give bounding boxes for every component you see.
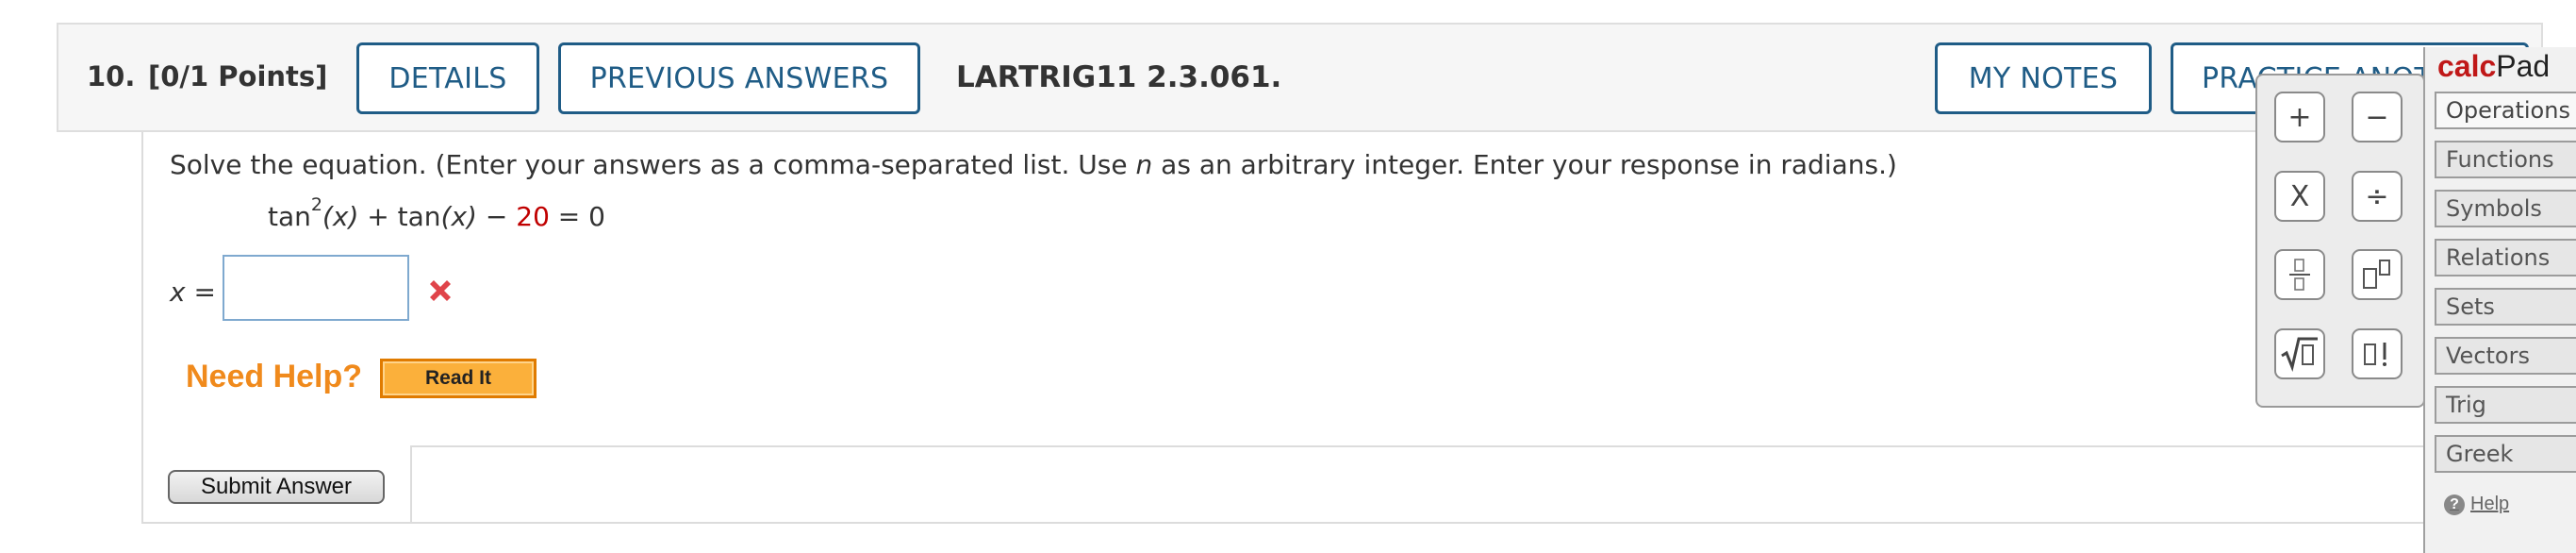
question-number: 10. [87, 60, 136, 92]
factorial-icon [2364, 343, 2386, 366]
calcpad-exponent-button[interactable] [2352, 249, 2403, 300]
calcpad-tab-vectors[interactable]: Vectors [2435, 337, 2576, 375]
divider-vertical [410, 445, 412, 523]
fraction-icon [2289, 259, 2310, 291]
question-header: 10. [0/1 Points] DETAILS PREVIOUS ANSWER… [57, 23, 2543, 132]
calcpad-factorial-button[interactable] [2352, 328, 2403, 379]
my-notes-button[interactable]: MY NOTES [1935, 42, 2152, 114]
answer-input[interactable] [223, 255, 409, 321]
equation: tan2(x) + tan(x) − 20 = 0 [268, 193, 605, 232]
read-it-button[interactable]: Read It [380, 359, 537, 398]
sqrt-icon [2281, 337, 2318, 372]
calcpad-tab-operations[interactable]: Operations [2435, 92, 2576, 129]
submit-answer-button[interactable]: Submit Answer [168, 470, 385, 504]
incorrect-icon [430, 280, 451, 301]
integer-variable: n [1135, 149, 1153, 180]
calcpad-tab-sets[interactable]: Sets [2435, 288, 2576, 326]
calcpad-sqrt-button[interactable] [2274, 328, 2325, 379]
calcpad-multiply-button[interactable]: X [2274, 171, 2325, 222]
calcpad-tab-trig[interactable]: Trig [2435, 386, 2576, 424]
calcpad-help-link[interactable]: ? Help [2444, 494, 2509, 515]
calcpad-fraction-button[interactable] [2274, 249, 2325, 300]
previous-answers-button[interactable]: PREVIOUS ANSWERS [558, 42, 920, 114]
divider [410, 445, 2499, 447]
question-points: [0/1 Points] [148, 60, 328, 92]
calcpad-tab-symbols[interactable]: Symbols [2435, 190, 2576, 227]
calcpad-tab-functions[interactable]: Functions [2435, 141, 2576, 178]
help-icon: ? [2444, 494, 2465, 515]
calcpad-plus-button[interactable]: + [2274, 92, 2325, 142]
calcpad-minus-button[interactable]: − [2352, 92, 2403, 142]
answer-label: x = [170, 276, 216, 308]
calcpad-tab-greek[interactable]: Greek [2435, 435, 2576, 473]
calcpad-title: calcPad [2437, 49, 2551, 83]
calcpad-tab-relations[interactable]: Relations [2435, 239, 2576, 276]
question-body [141, 132, 2499, 524]
exponent-icon [2363, 260, 2390, 289]
equation-constant: 20 [516, 201, 550, 232]
details-button[interactable]: DETAILS [356, 42, 539, 114]
calcpad-divide-button[interactable]: ÷ [2352, 171, 2403, 222]
need-help-label: Need Help? [186, 359, 363, 394]
question-code: LARTRIG11 2.3.061. [956, 60, 1282, 94]
instructions: Solve the equation. (Enter your answers … [170, 149, 1897, 180]
